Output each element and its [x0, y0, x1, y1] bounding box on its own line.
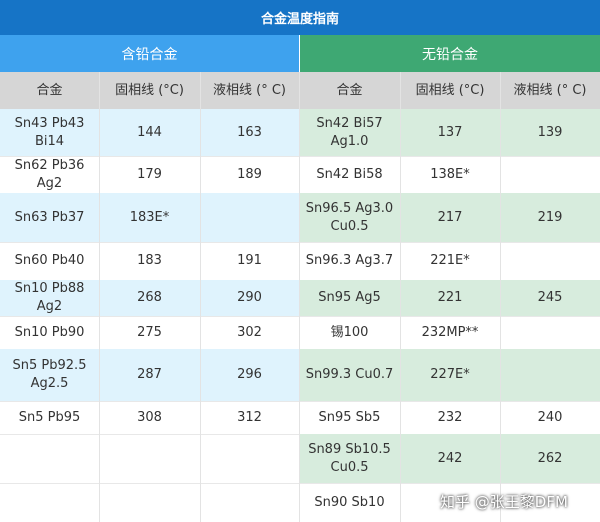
leaded-alloy-cell: Sn62 Pb36 Ag2 — [14, 157, 85, 191]
table-title: 合金温度指南 — [0, 0, 600, 35]
lead-free-solidus-cell: 232MP** — [421, 324, 479, 340]
leaded-solidus-cell: 308 — [137, 409, 162, 425]
lead-free-liquidus-cell: 262 — [500, 434, 600, 483]
leaded-liquidus-cell — [200, 193, 299, 242]
lead-free-alloy-cell: Sn89 Sb10.5 Cu0.5 — [299, 434, 400, 483]
column-divider — [299, 72, 300, 522]
lead-free-alloy-cell: Sn95 Ag5 — [299, 280, 400, 316]
leaded-liquidus-header: 液相线 (° C) — [200, 72, 299, 109]
lead-free-alloy-cell: Sn96.3 Ag3.7 — [305, 253, 394, 268]
leaded-solidus-cell — [99, 483, 200, 522]
lead-free-solidus-cell: 227E* — [400, 349, 500, 401]
lead-free-solidus-cell: 138E* — [430, 166, 470, 182]
leaded-solidus-cell: 183 — [137, 253, 162, 268]
leaded-alloy-cell: Sn63 Pb37 — [0, 193, 99, 242]
lead-free-liquidus-cell — [500, 349, 600, 401]
lead-free-liquidus-cell — [500, 316, 600, 349]
leaded-alloy-cell: Sn5 Pb92.5 Ag2.5 — [0, 349, 99, 401]
leaded-solidus-cell: 179 — [137, 166, 162, 182]
lead-free-solidus-cell: 221E* — [430, 253, 470, 268]
lead-free-liquidus-cell: 139 — [500, 109, 600, 156]
lead-free-alloy-cell: Sn42 Bi57 Ag1.0 — [299, 109, 400, 156]
leaded-solidus-cell: 144 — [99, 109, 200, 156]
leaded-alloy-cell: Sn43 Pb43 Bi14 — [0, 109, 99, 156]
lead-free-liquidus-cell: 245 — [500, 280, 600, 316]
lead-free-liquidus-header: 液相线 (° C) — [500, 72, 600, 109]
lead-free-alloy-cell: Sn99.3 Cu0.7 — [299, 349, 400, 401]
leaded-liquidus-cell: 189 — [237, 166, 262, 182]
lead-free-alloy-cell: Sn95 Sb5 — [318, 409, 381, 425]
leaded-liquidus-cell — [200, 434, 299, 483]
lead-free-solidus-cell: 242 — [400, 434, 500, 483]
lead-free-solidus-cell: 217 — [400, 193, 500, 242]
leaded-liquidus-cell: 163 — [200, 109, 299, 156]
leaded-liquidus-cell: 290 — [200, 280, 299, 316]
lead-free-alloy-header: 合金 — [299, 72, 400, 109]
leaded-alloy-cell — [0, 483, 99, 522]
column-divider — [99, 72, 100, 522]
lead-free-solidus-cell: 221 — [400, 280, 500, 316]
leaded-liquidus-cell: 296 — [200, 349, 299, 401]
leaded-alloys-header: 含铅合金 — [0, 35, 299, 72]
lead-free-liquidus-cell: 219 — [500, 193, 600, 242]
leaded-solidus-cell: 287 — [99, 349, 200, 401]
lead-free-solidus-header: 固相线 (°C) — [400, 72, 500, 109]
lead-free-solidus-cell: 232 — [437, 409, 463, 425]
leaded-alloy-header: 合金 — [0, 72, 99, 109]
leaded-liquidus-cell — [200, 483, 299, 522]
column-divider — [200, 72, 201, 522]
column-divider — [400, 72, 401, 522]
leaded-alloy-cell: Sn10 Pb88 Ag2 — [0, 280, 99, 316]
lead-free-solidus-cell: 137 — [400, 109, 500, 156]
column-divider — [500, 72, 501, 522]
leaded-alloy-cell: Sn10 Pb90 — [14, 324, 85, 340]
lead-free-liquidus-cell — [500, 156, 600, 193]
lead-free-liquidus-cell: 240 — [537, 409, 563, 425]
leaded-solidus-cell: 183E* — [99, 193, 200, 242]
leaded-solidus-cell: 268 — [99, 280, 200, 316]
leaded-liquidus-cell: 191 — [237, 253, 262, 268]
leaded-alloy-cell: Sn5 Pb95 — [18, 409, 81, 425]
leaded-solidus-cell: 275 — [137, 324, 162, 340]
lead-free-alloy-cell: Sn42 Bi58 — [316, 166, 383, 182]
leaded-alloy-cell: Sn60 Pb40 — [14, 253, 85, 268]
lead-free-liquidus-cell — [500, 242, 600, 280]
leaded-solidus-cell — [99, 434, 200, 483]
lead-free-alloys-header: 无铅合金 — [300, 35, 600, 72]
leaded-solidus-header: 固相线 (°C) — [99, 72, 200, 109]
watermark: 知乎 @张王黎DFM — [440, 492, 568, 511]
leaded-liquidus-cell: 302 — [237, 324, 262, 340]
leaded-liquidus-cell: 312 — [237, 409, 262, 425]
lead-free-alloy-cell: 锡100 — [330, 324, 369, 340]
lead-free-alloy-cell: Sn90 Sb10 — [314, 494, 385, 510]
lead-free-alloy-cell: Sn96.5 Ag3.0 Cu0.5 — [299, 193, 400, 242]
leaded-alloy-cell — [0, 434, 99, 483]
